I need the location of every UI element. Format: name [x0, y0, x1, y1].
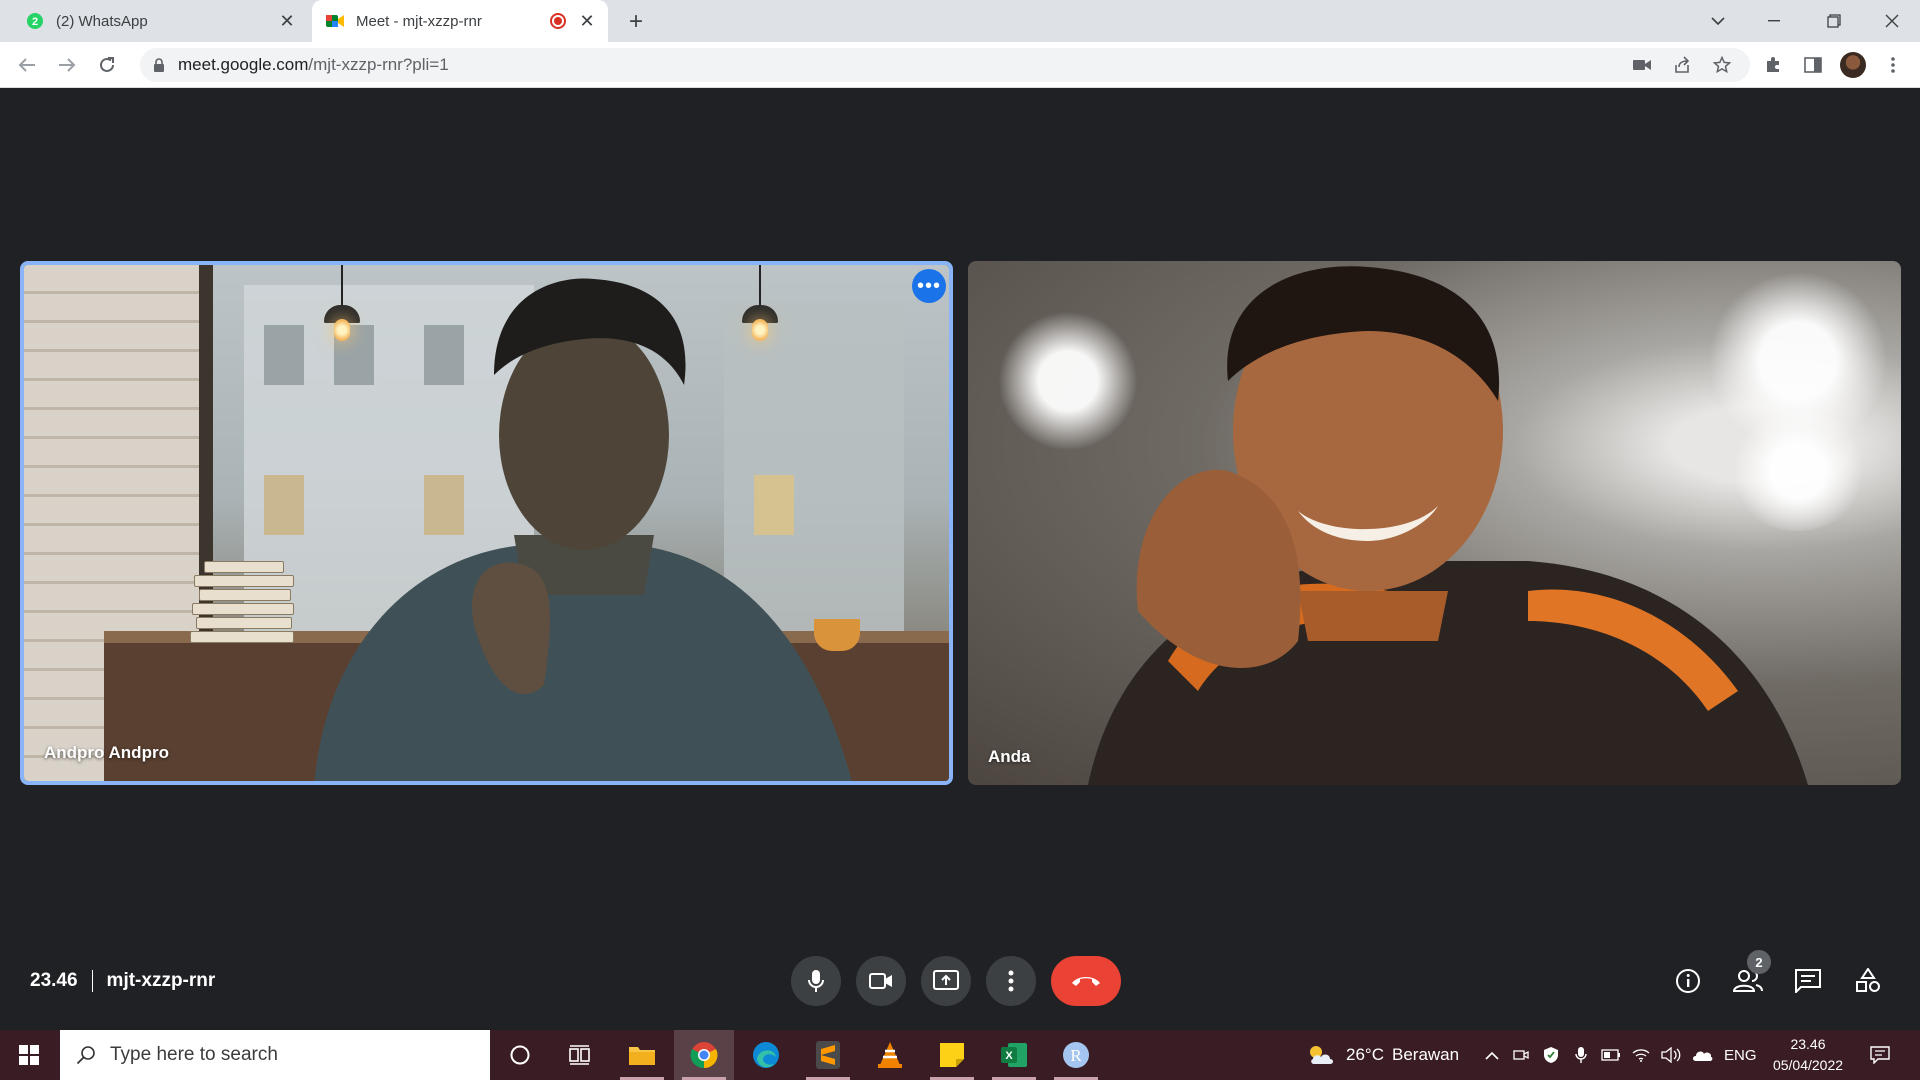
hang-up-icon — [1072, 977, 1100, 986]
google-meet-icon — [326, 12, 344, 30]
meet-stage: ••• Andpro Andpro Anda — [0, 89, 1920, 1030]
close-tab-icon[interactable]: ✕ — [576, 10, 598, 32]
search-icon — [76, 1046, 95, 1065]
svg-text:X: X — [1005, 1050, 1013, 1062]
notifications-icon[interactable] — [1868, 1043, 1892, 1067]
svg-text:R: R — [1070, 1046, 1082, 1065]
excel-icon[interactable]: X — [984, 1030, 1044, 1080]
activities-shapes-icon — [1856, 968, 1880, 992]
participant-tile-andpro[interactable]: ••• Andpro Andpro — [20, 261, 953, 785]
extensions-puzzle-icon[interactable] — [1758, 50, 1788, 80]
task-view-icon[interactable] — [550, 1030, 610, 1080]
meet-now-icon[interactable] — [1509, 1043, 1533, 1067]
close-tab-icon[interactable]: ✕ — [276, 10, 298, 32]
participant-video-silhouette — [1088, 266, 1808, 785]
meet-control-bar: 23.46 mjt-xzzp-rnr 2 — [0, 940, 1920, 1030]
more-vertical-icon — [1008, 970, 1014, 992]
tab-search-chevron-icon[interactable] — [1690, 0, 1746, 42]
people-button[interactable]: 2 — [1727, 950, 1771, 1002]
meeting-time: 23.46 — [30, 970, 78, 991]
system-clock[interactable]: 23.46 05/04/2022 — [1762, 1034, 1854, 1076]
recording-indicator-icon — [550, 13, 566, 29]
reload-icon[interactable] — [92, 50, 122, 80]
activities-button[interactable] — [1847, 960, 1889, 1002]
meeting-details-button[interactable] — [1667, 960, 1709, 1002]
microphone-in-use-icon[interactable] — [1569, 1043, 1593, 1067]
windows-taskbar: Type here to search X R 26°C Berawan ENG… — [0, 1030, 1920, 1080]
participant-name: Anda — [988, 747, 1031, 766]
edge-icon[interactable] — [736, 1030, 796, 1080]
chat-button[interactable] — [1787, 960, 1829, 1002]
share-icon[interactable] — [1667, 50, 1697, 80]
participant-name: Andpro Andpro — [44, 743, 169, 762]
cortana-icon[interactable] — [490, 1030, 550, 1080]
weather-description: Berawan — [1391, 1045, 1460, 1064]
info-icon — [1676, 969, 1700, 993]
url-text: meet.google.com/mjt-xzzp-rnr?pli=1 — [178, 55, 449, 74]
participant-video-silhouette — [314, 278, 852, 781]
bookmark-star-icon[interactable] — [1707, 50, 1737, 80]
microphone-icon — [808, 970, 824, 992]
chrome-icon[interactable] — [674, 1030, 734, 1080]
side-panel-icon[interactable] — [1798, 50, 1828, 80]
video-camera-icon — [869, 973, 892, 989]
windows-security-icon[interactable] — [1539, 1043, 1563, 1067]
camera-in-use-icon[interactable] — [1627, 50, 1657, 80]
chrome-menu-icon[interactable] — [1878, 50, 1908, 80]
microphone-button[interactable] — [791, 956, 841, 1006]
meeting-code: mjt-xzzp-rnr — [106, 970, 216, 991]
volume-icon[interactable] — [1659, 1043, 1683, 1067]
participants-count-badge: 2 — [1747, 950, 1771, 974]
meeting-details: 23.46 mjt-xzzp-rnr — [30, 970, 215, 992]
close-window-button[interactable] — [1864, 0, 1920, 42]
tab-title: Meet - mjt-xzzp-rnr — [356, 12, 482, 30]
profile-avatar[interactable] — [1838, 50, 1868, 80]
taskbar-search-box[interactable]: Type here to search — [60, 1030, 490, 1080]
more-options-icon[interactable]: ••• — [912, 269, 946, 303]
browser-toolbar: meet.google.com/mjt-xzzp-rnr?pli=1 — [0, 42, 1920, 88]
weather-widget[interactable]: 26°C Berawan — [1306, 1030, 1459, 1080]
browser-tab-strip: 2 (2) WhatsApp ✕ Meet - mjt-xzzp-rnr ✕ + — [0, 0, 1920, 42]
participant-tile-anda[interactable]: Anda — [968, 261, 1901, 785]
svg-text:2: 2 — [32, 16, 38, 28]
wifi-icon[interactable] — [1629, 1043, 1653, 1067]
battery-icon[interactable] — [1599, 1043, 1623, 1067]
start-button[interactable] — [0, 1030, 58, 1080]
sticky-notes-icon[interactable] — [922, 1030, 982, 1080]
leave-call-button[interactable] — [1051, 956, 1121, 1006]
tab-meet[interactable]: Meet - mjt-xzzp-rnr ✕ — [312, 0, 608, 42]
input-language[interactable]: ENG — [1724, 1030, 1757, 1080]
partly-cloudy-icon — [1310, 1046, 1333, 1064]
camera-button[interactable] — [856, 956, 906, 1006]
divider — [91, 970, 93, 992]
search-placeholder: Type here to search — [110, 1044, 278, 1065]
onedrive-cloud-icon[interactable] — [1690, 1043, 1714, 1067]
clock-date: 05/04/2022 — [1772, 1057, 1844, 1073]
minimize-button[interactable] — [1746, 0, 1802, 42]
present-screen-icon — [933, 970, 959, 990]
r-icon[interactable]: R — [1046, 1030, 1106, 1080]
tab-title: (2) WhatsApp — [56, 12, 148, 30]
new-tab-button[interactable]: + — [622, 8, 650, 36]
windows-logo-icon — [19, 1045, 39, 1065]
back-arrow-icon[interactable] — [12, 50, 42, 80]
weather-temperature: 26°C — [1346, 1045, 1384, 1064]
restore-button[interactable] — [1806, 0, 1862, 42]
present-screen-button[interactable] — [921, 956, 971, 1006]
video-feed — [968, 261, 1901, 785]
lock-icon[interactable] — [152, 57, 166, 73]
whatsapp-icon: 2 — [26, 12, 44, 30]
address-bar[interactable]: meet.google.com/mjt-xzzp-rnr?pli=1 — [140, 48, 1750, 82]
file-explorer-icon[interactable] — [612, 1030, 672, 1080]
vlc-icon[interactable] — [860, 1030, 920, 1080]
forward-arrow-icon[interactable] — [52, 50, 82, 80]
clock-time: 23.46 — [1790, 1036, 1826, 1052]
more-options-button[interactable] — [986, 956, 1036, 1006]
video-feed — [24, 265, 949, 781]
sublime-text-icon[interactable] — [798, 1030, 858, 1080]
show-hidden-icons-chevron-icon[interactable] — [1480, 1043, 1504, 1067]
chat-icon — [1795, 969, 1821, 993]
tab-whatsapp[interactable]: 2 (2) WhatsApp ✕ — [12, 0, 308, 42]
